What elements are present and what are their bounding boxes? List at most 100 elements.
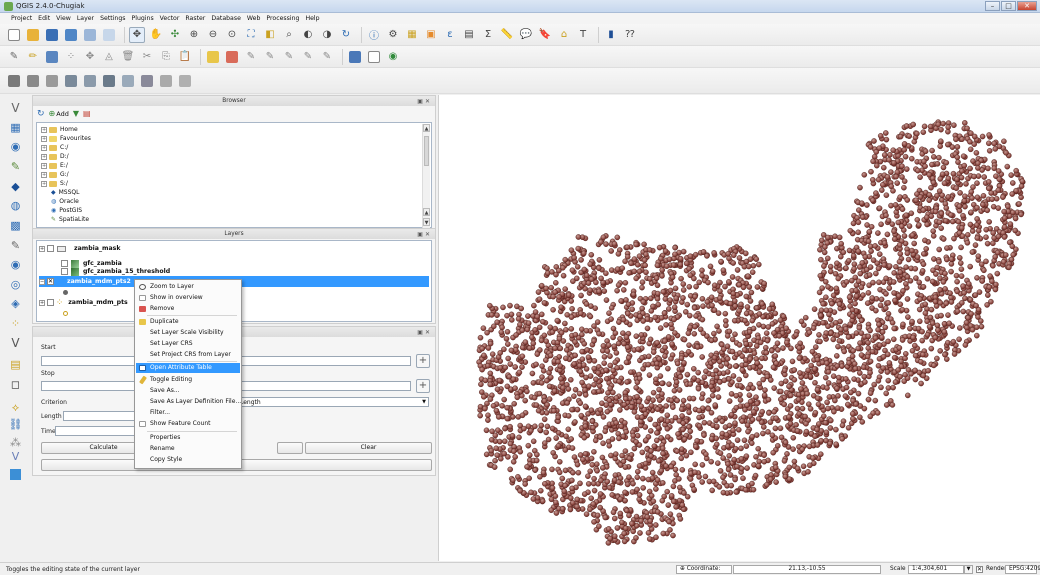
coordinate-toggle[interactable]: ⊕ Coordinate:	[676, 565, 732, 574]
refresh-icon[interactable]: ↻	[37, 109, 45, 119]
deselect-features-icon[interactable]: ▣	[423, 27, 439, 43]
dock-float-close-icon[interactable]: ▣✕	[417, 328, 432, 338]
clear-button[interactable]: Clear	[305, 442, 432, 454]
toggle-editing-icon[interactable]: ✏	[25, 49, 41, 65]
close-button[interactable]: ✕	[1017, 1, 1037, 11]
change-label-icon[interactable]: ✎	[300, 49, 316, 65]
layer-visibility-checkbox[interactable]	[47, 299, 54, 306]
pin-labels-icon[interactable]	[224, 49, 240, 65]
decrease-contrast-icon[interactable]	[139, 73, 155, 89]
add-wcs-layer-icon[interactable]: ✎	[8, 238, 23, 253]
tree-item-c[interactable]: + C:/	[41, 143, 68, 152]
expand-icon[interactable]: +	[41, 153, 47, 160]
zoom-out-icon[interactable]: ⊖	[205, 27, 221, 43]
dock-float-close-icon[interactable]: ▣✕	[417, 230, 432, 240]
copy-features-icon[interactable]: ⎘	[158, 49, 174, 65]
map-points-layer[interactable]	[439, 95, 1040, 561]
zoom-to-layer-icon[interactable]: ⌕	[281, 27, 297, 43]
pan-map-icon[interactable]: ✋	[148, 27, 164, 43]
touch-zoom-icon[interactable]: ✥	[129, 26, 145, 43]
collapse-all-icon[interactable]: ▤	[83, 109, 91, 118]
local-cumulative-cut-icon[interactable]	[44, 73, 60, 89]
georeferencer-icon[interactable]: ⁂	[8, 435, 23, 450]
refresh-icon[interactable]: ↻	[338, 27, 354, 43]
menu-item-show-in-overview[interactable]: Show in overview	[136, 293, 240, 303]
menu-web[interactable]: Web	[244, 13, 264, 24]
save-layer-edits-icon[interactable]	[44, 49, 60, 65]
new-print-composer-icon[interactable]	[82, 27, 98, 43]
composer-manager-icon[interactable]	[101, 27, 117, 43]
scroll-down-icon[interactable]: ▼	[423, 218, 430, 226]
scroll-thumb[interactable]	[424, 136, 429, 166]
scroll-up-icon[interactable]: ▲	[423, 208, 430, 216]
expand-icon[interactable]: +	[39, 245, 45, 252]
menu-item-remove[interactable]: Remove	[136, 304, 240, 314]
whats-this-icon[interactable]: ⁇	[622, 27, 638, 43]
map-tips-icon[interactable]: 💬	[518, 27, 534, 43]
pan-to-selection-icon[interactable]: ✣	[167, 27, 183, 43]
tree-item-e[interactable]: + E:/	[41, 161, 68, 170]
layer-visibility-checkbox[interactable]	[47, 245, 54, 252]
route-plugin-icon[interactable]	[347, 49, 363, 65]
tree-item-s[interactable]: + S:/	[41, 179, 68, 188]
tree-item-home[interactable]: + Home	[41, 125, 78, 134]
menu-item-properties[interactable]: Properties	[136, 433, 240, 443]
move-label-icon[interactable]: ✎	[262, 49, 278, 65]
scroll-up-icon[interactable]: ▲	[423, 124, 430, 132]
maximize-button[interactable]: □	[1001, 1, 1016, 11]
identify-features-icon[interactable]: ⓘ	[366, 27, 382, 43]
raster-info-icon[interactable]	[177, 73, 193, 89]
menu-item-set-scale-visibility[interactable]: Set Layer Scale Visibility	[136, 328, 240, 338]
menu-item-set-layer-crs[interactable]: Set Layer CRS	[136, 339, 240, 349]
add-mssql-layer-icon[interactable]: ◆	[8, 179, 23, 194]
open-project-icon[interactable]	[25, 27, 41, 43]
menu-processing[interactable]: Processing	[263, 13, 302, 24]
expand-icon[interactable]: +	[41, 180, 47, 187]
menu-item-rename[interactable]: Rename	[136, 444, 240, 454]
browser-scrollbar[interactable]: ▲ ▲ ▼	[422, 124, 430, 228]
add-wms-layer-icon[interactable]: ▩	[8, 218, 23, 233]
save-as-icon[interactable]	[63, 27, 79, 43]
add-waypoint-icon[interactable]: ⟡	[8, 400, 23, 415]
run-feature-action-icon[interactable]: ⚙	[385, 27, 401, 43]
python-console-icon[interactable]: ▮	[603, 27, 619, 43]
zoom-actual-size-icon[interactable]: ⊙	[224, 27, 240, 43]
new-bookmark-icon[interactable]: 🔖	[537, 27, 553, 43]
export-button[interactable]	[277, 442, 303, 454]
render-checkbox[interactable]: ✕	[976, 566, 983, 573]
map-canvas[interactable]	[438, 95, 1040, 561]
tree-item-postgis[interactable]: ◉ PostGIS	[51, 206, 82, 215]
add-raster-layer-icon[interactable]: ▦	[8, 120, 23, 135]
tree-item-mssql[interactable]: ◆ MSSQL	[51, 188, 79, 197]
measure-icon[interactable]: 📏	[499, 27, 515, 43]
layer-zambia-mask[interactable]: + zambia_mask	[39, 243, 429, 254]
menu-item-open-attribute-table[interactable]: Open Attribute Table	[136, 363, 240, 373]
decrease-brightness-icon[interactable]	[101, 73, 117, 89]
full-cumulative-cut-icon[interactable]	[63, 73, 79, 89]
new-spatialite-icon[interactable]: ▤	[8, 357, 23, 372]
layer-visibility-checkbox[interactable]	[61, 268, 68, 275]
add-oracle-layer-icon[interactable]: ◍	[8, 198, 23, 213]
globe-plugin-icon[interactable]: ◉	[385, 49, 401, 65]
zoom-in-icon[interactable]: ⊕	[186, 27, 202, 43]
move-feature-icon[interactable]: ✥	[82, 49, 98, 65]
osm-plugin-icon[interactable]	[366, 49, 382, 65]
full-histogram-stretch-icon[interactable]	[25, 73, 41, 89]
tree-item-g[interactable]: + G:/	[41, 170, 69, 179]
highlight-pinned-icon[interactable]: ✎	[319, 49, 335, 65]
expand-icon[interactable]: +	[41, 135, 47, 142]
menu-vector[interactable]: Vector	[157, 13, 183, 24]
menu-item-save-as[interactable]: Save As...	[136, 386, 240, 396]
add-wfs-layer-icon[interactable]: ◉	[8, 257, 23, 272]
zoom-next-icon[interactable]: ◑	[319, 27, 335, 43]
chevron-down-icon[interactable]: ▼	[422, 399, 426, 405]
node-tool-icon[interactable]: ◬	[101, 49, 117, 65]
layer-visibility-checkbox[interactable]: ✕	[47, 278, 54, 285]
new-shapefile-icon[interactable]: V	[8, 335, 23, 350]
coordinate-field[interactable]: 21.13,-10.55	[733, 565, 881, 574]
raster-calc-icon[interactable]	[158, 73, 174, 89]
cut-features-icon[interactable]: ✂	[139, 49, 155, 65]
browser-add-button[interactable]: Add	[56, 110, 69, 118]
new-project-icon[interactable]	[6, 27, 22, 43]
menu-item-copy-style[interactable]: Copy Style	[136, 455, 240, 465]
